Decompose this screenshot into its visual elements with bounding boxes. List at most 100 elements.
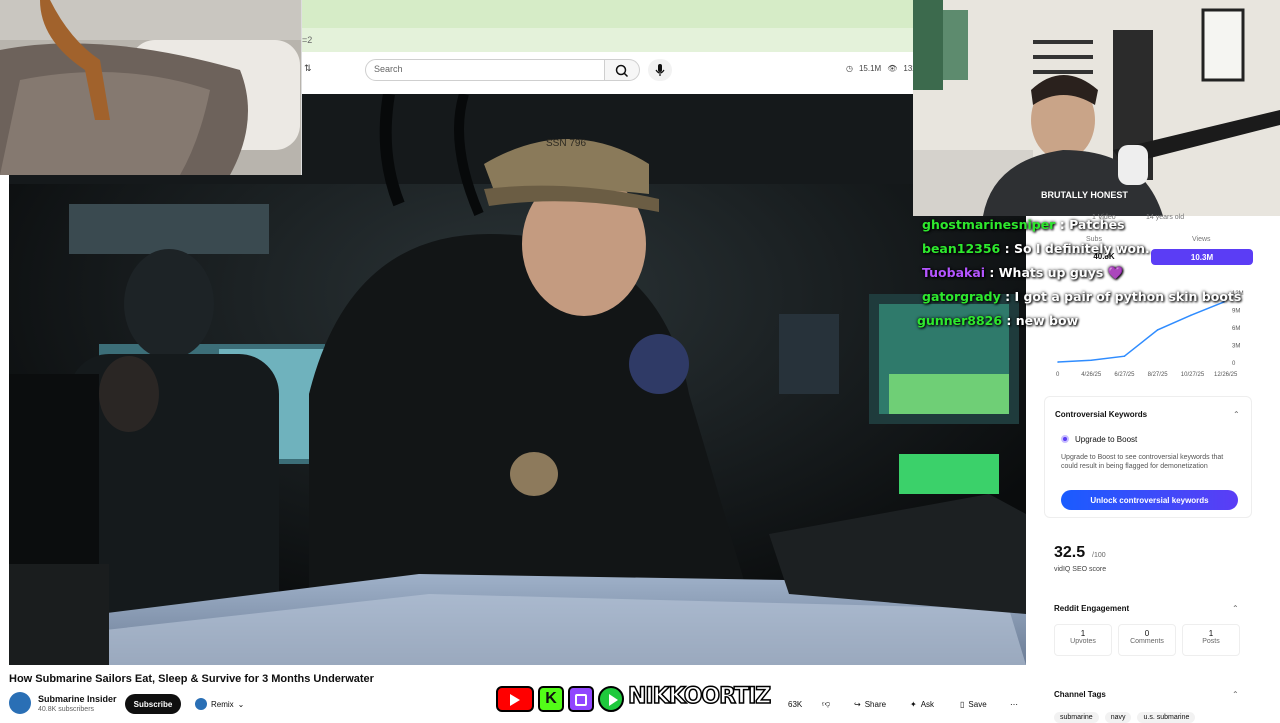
youtube-logo-icon bbox=[496, 686, 534, 712]
comments-value: 0 bbox=[1144, 629, 1150, 638]
posts-label: Posts bbox=[1202, 638, 1220, 645]
collapse-icon[interactable]: ⌃ bbox=[1232, 604, 1239, 613]
views-stat-icon: ◷ bbox=[846, 64, 853, 73]
chart-y-tick-label: 6M bbox=[1232, 326, 1240, 332]
seo-score: 32.5 bbox=[1054, 544, 1086, 561]
chart-x-tick-label: 0 bbox=[1056, 372, 1060, 378]
tag-chip[interactable]: navy bbox=[1104, 712, 1132, 723]
video-frame: SSN 796 bbox=[9, 94, 1026, 665]
streamer-name: NIKKOORTIZ bbox=[627, 683, 772, 710]
controversial-title: Controversial Keywords bbox=[1055, 410, 1148, 419]
chart-x-tick-label: 8/27/25 bbox=[1148, 372, 1169, 378]
ask-button[interactable]: ✦ Ask bbox=[902, 694, 943, 714]
views-tab[interactable]: 10.3M bbox=[1151, 249, 1253, 265]
chat-message: gatorgrady : I got a pair of python skin… bbox=[922, 289, 1242, 304]
share-button[interactable]: ↪ Share bbox=[846, 694, 895, 714]
channel-tags-title: Channel Tags bbox=[1054, 690, 1106, 699]
streamer-camera-frame: BRUTALLY HONEST bbox=[913, 0, 1280, 216]
voice-search-button[interactable] bbox=[648, 59, 672, 81]
tag-chip[interactable]: submarine bbox=[1054, 712, 1099, 723]
search-placeholder: Search bbox=[374, 64, 403, 74]
chart-point bbox=[1090, 359, 1092, 362]
save-label: Save bbox=[968, 699, 987, 709]
more-icon: ⋯ bbox=[1010, 699, 1018, 709]
chart-point bbox=[1190, 314, 1192, 317]
views-stat: 15.1M bbox=[858, 64, 882, 73]
bookmark-icon: ▯ bbox=[960, 699, 965, 709]
remix-icon bbox=[195, 698, 207, 710]
subscribe-button[interactable]: Subscribe bbox=[125, 694, 181, 714]
streamer-camera: BRUTALLY HONEST bbox=[913, 0, 1280, 216]
chat-text: So I definitely won. bbox=[1013, 241, 1150, 256]
chat-username: bean12356 bbox=[922, 241, 1001, 256]
chat-text: Patches bbox=[1069, 217, 1125, 232]
chat-username: gatorgrady bbox=[922, 289, 1001, 304]
channel-avatar[interactable] bbox=[9, 692, 31, 714]
chat-message: ghostmarinesniper : Patches bbox=[922, 217, 1125, 232]
microphone-icon bbox=[655, 64, 665, 76]
upgrade-description: Upgrade to Boost to see controversial ke… bbox=[1061, 454, 1224, 470]
collapse-icon[interactable]: ⌃ bbox=[1233, 410, 1240, 419]
dislike-button[interactable]: 👎︎ bbox=[814, 694, 839, 714]
watch-stat-icon: 👁 bbox=[887, 64, 898, 73]
more-actions-button[interactable]: ⋯ bbox=[1002, 694, 1026, 714]
share-icon: ↪ bbox=[854, 699, 861, 709]
unlock-keywords-button[interactable]: Unlock controversial keywords bbox=[1061, 490, 1238, 510]
chart-series-line bbox=[1057, 301, 1225, 363]
views-value: 10.3M bbox=[1190, 252, 1214, 262]
chart-point bbox=[1057, 361, 1059, 363]
chat-message: gunner8826 : new bow bbox=[917, 313, 1079, 328]
views-label: Views bbox=[1192, 236, 1211, 243]
chat-message: bean12356 : So I definitely won. bbox=[922, 241, 1150, 256]
channel-subscribers: 40.8K subscribers bbox=[38, 706, 95, 713]
pet-camera-frame bbox=[0, 0, 301, 175]
shirt-text: BRUTALLY HONEST bbox=[1041, 190, 1128, 200]
posts-value: 1 bbox=[1208, 629, 1214, 638]
pet-camera bbox=[0, 0, 302, 175]
twitch-logo-icon bbox=[568, 686, 594, 712]
chat-text: new bow bbox=[1015, 313, 1079, 328]
upvotes-label: Upvotes bbox=[1070, 638, 1096, 645]
search-button[interactable] bbox=[605, 59, 640, 81]
reddit-title: Reddit Engagement bbox=[1054, 604, 1130, 613]
channel-name[interactable]: Submarine Insider bbox=[38, 694, 117, 704]
reddit-card: Reddit Engagement ⌃ 1 Upvotes 0 Comments 1… bbox=[1044, 596, 1252, 666]
share-label: Share bbox=[864, 699, 887, 709]
remix-button[interactable]: Remix ⌄ bbox=[187, 694, 252, 714]
chart-y-tick-label: 9M bbox=[1232, 309, 1240, 315]
thumbs-down-icon: 👎︎ bbox=[822, 699, 831, 708]
tag-list: submarine navy u.s. submarine bbox=[1054, 712, 1196, 723]
chart-point bbox=[1156, 329, 1159, 331]
chat-text: Whats up guys bbox=[998, 265, 1104, 280]
reddit-stat-upvotes: 1 Upvotes bbox=[1054, 624, 1112, 656]
sparkle-icon: ✦ bbox=[910, 699, 917, 709]
reddit-stat-comments: 0 Comments bbox=[1118, 624, 1176, 656]
chart-x-tick-label: 6/27/25 bbox=[1114, 372, 1135, 378]
subscribe-label: Subscribe bbox=[133, 699, 173, 709]
collapse-icon[interactable]: ⌃ bbox=[1232, 690, 1239, 699]
reddit-stat-posts: 1 Posts bbox=[1182, 624, 1240, 656]
chart-point bbox=[1123, 355, 1126, 357]
upvotes-value: 1 bbox=[1080, 629, 1086, 638]
upgrade-title: Upgrade to Boost bbox=[1075, 435, 1138, 444]
video-player[interactable]: SSN 796 bbox=[9, 94, 1026, 665]
purple-heart-emote: 💜 bbox=[1107, 265, 1124, 280]
seo-card: 32.5 /100 vidIQ SEO score bbox=[1044, 534, 1252, 584]
chart-x-tick-label: 10/27/25 bbox=[1181, 372, 1205, 378]
seo-label: vidIQ SEO score bbox=[1054, 566, 1107, 573]
save-button[interactable]: ▯ Save bbox=[952, 694, 995, 714]
like-button[interactable]: 63K bbox=[780, 694, 811, 714]
like-count: 63K bbox=[788, 699, 803, 709]
chat-username: Tuobakai bbox=[922, 265, 986, 280]
stat-age: 14 years old bbox=[1146, 214, 1185, 221]
chat-message: Tuobakai : Whats up guys 💜 bbox=[922, 265, 1124, 280]
ask-label: Ask bbox=[920, 699, 935, 709]
boost-icon bbox=[1061, 435, 1069, 443]
address-bar[interactable] bbox=[302, 28, 914, 52]
filter-icon[interactable]: ⇅ bbox=[304, 63, 312, 74]
tag-chip[interactable]: u.s. submarine bbox=[1137, 712, 1196, 723]
streamer-socials-banner: K NIKKOORTIZ bbox=[496, 683, 782, 716]
search-icon bbox=[615, 64, 629, 78]
rumble-logo-icon bbox=[598, 686, 624, 712]
chat-text: I got a pair of python skin boots bbox=[1014, 289, 1242, 304]
